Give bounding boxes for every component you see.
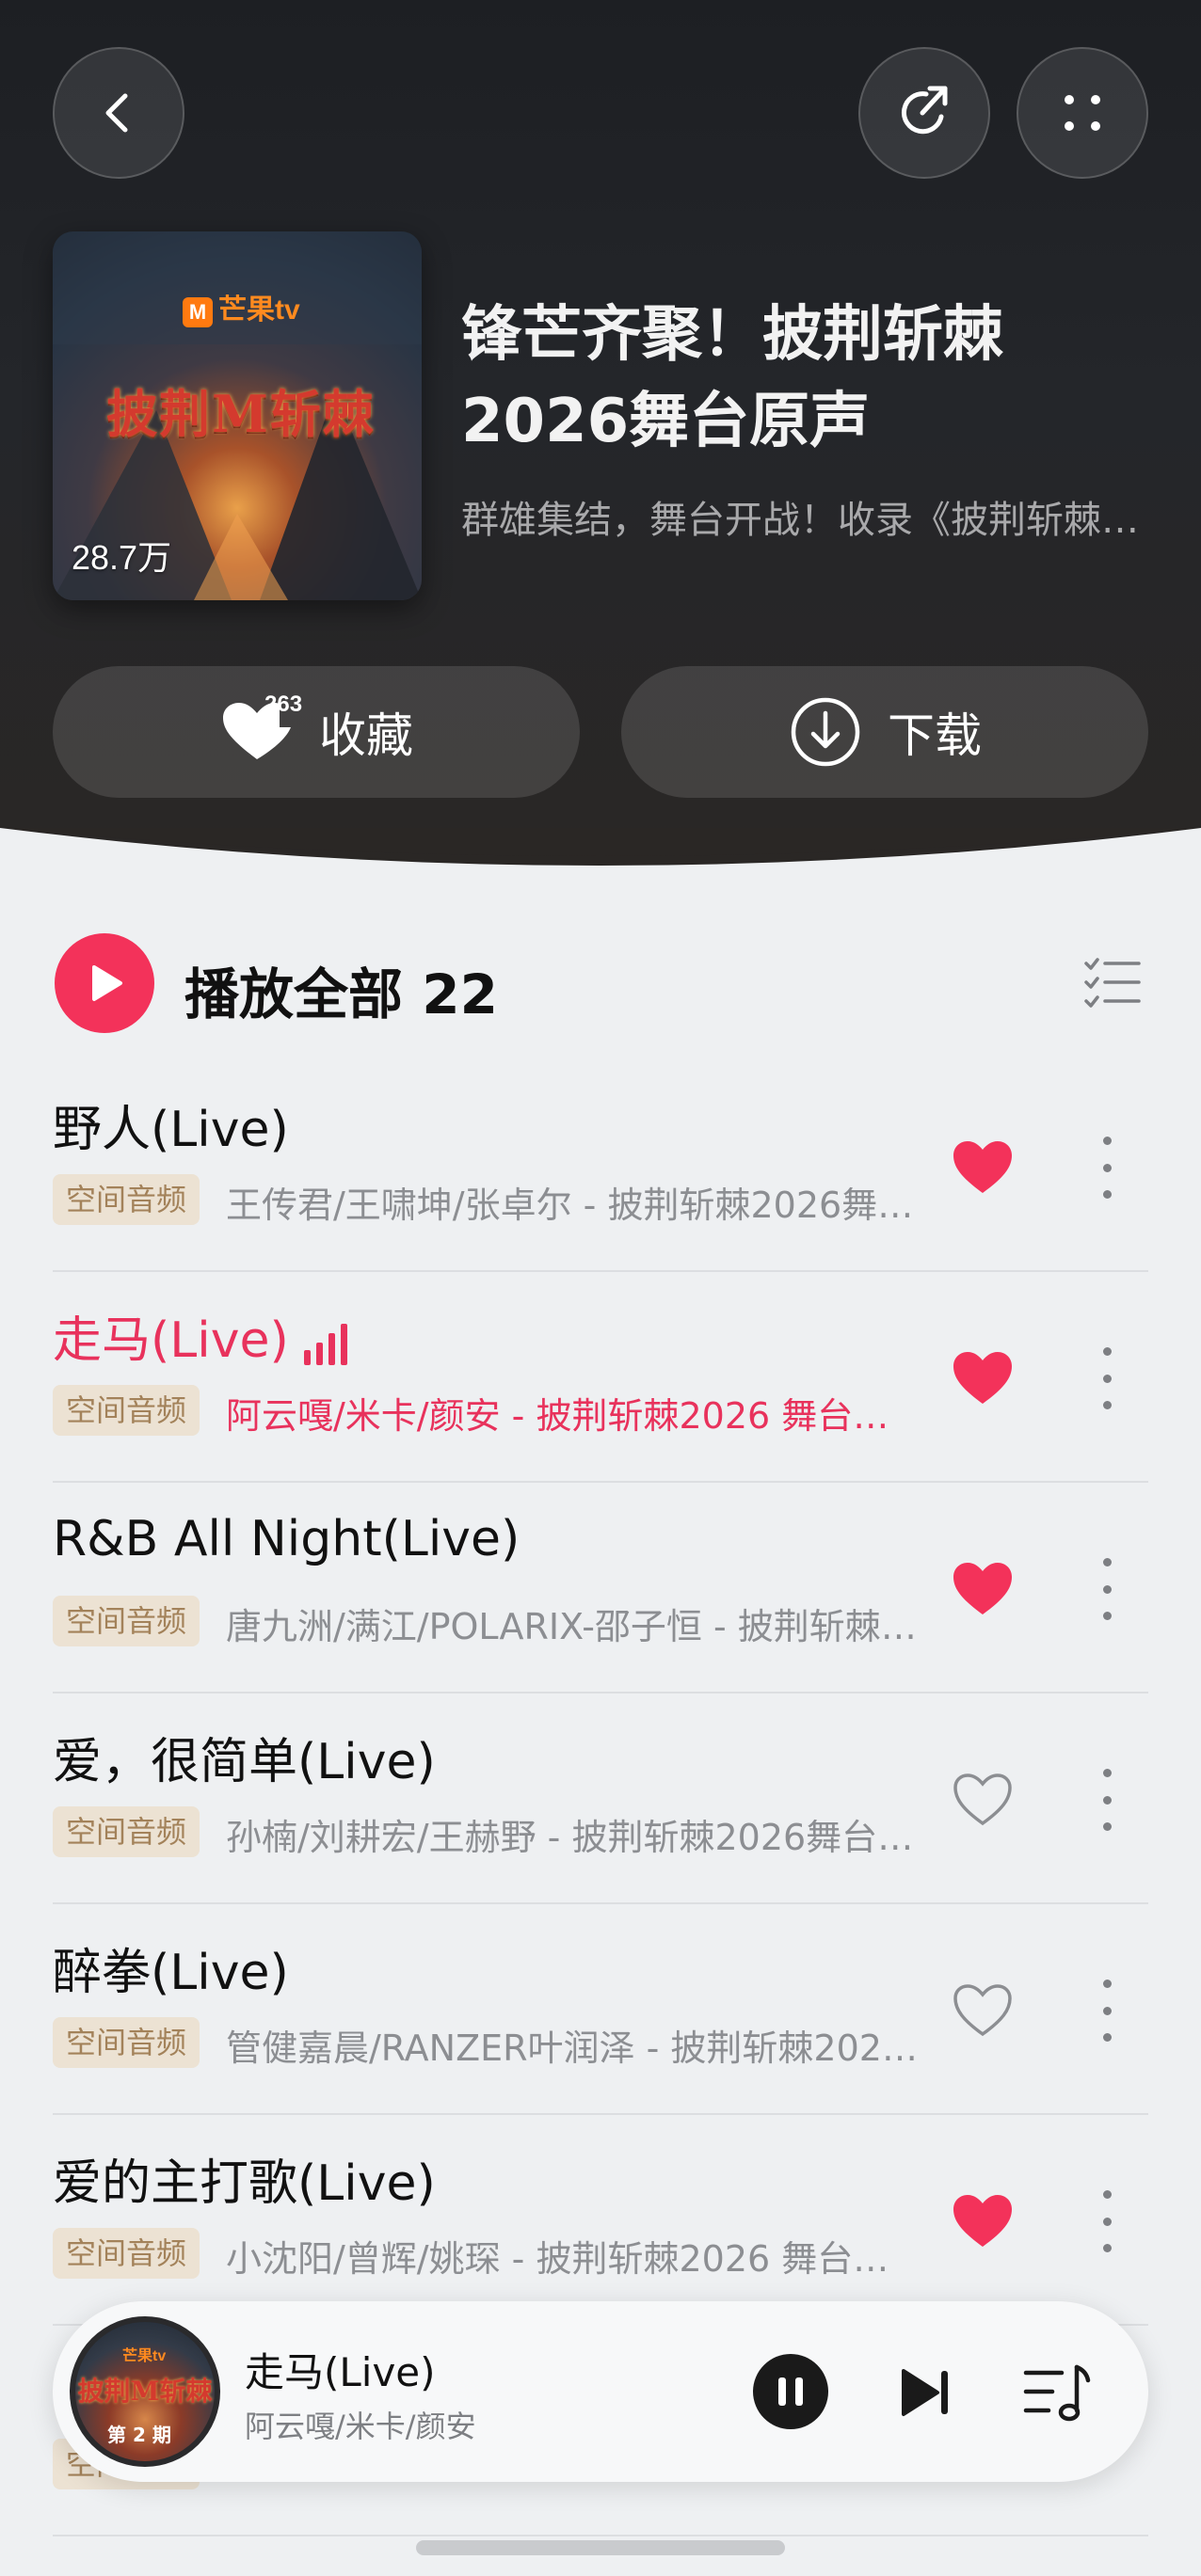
play-all-label[interactable]: 播放全部 22	[184, 950, 498, 1029]
play-all-button[interactable]	[55, 933, 154, 1033]
song-subtitle: 小沈阳/曾辉/姚琛 - 披荆斩棘2026 舞台原声	[226, 2238, 922, 2280]
song-row-playing[interactable]: 走马(Live) 空间音频 阿云嘎/米卡/颜安 - 披荆斩棘2026 舞台原声	[53, 1272, 1148, 1483]
mini-player[interactable]: 芒果tv 披荆M斩棘 第 2 期 走马(Live) 阿云嘎/米卡/颜安	[53, 2301, 1148, 2482]
spatial-audio-badge: 空间音频	[53, 1174, 200, 1225]
disc-brand-logo: 芒果tv	[122, 2348, 167, 2364]
album-header: M 芒果tv 披荆M斩棘 28.7万 锋芒齐聚！披荆斩棘 2026舞台原声 群雄集…	[0, 0, 1201, 884]
multi-select-icon[interactable]	[1082, 952, 1143, 1012]
chevron-left-icon	[105, 93, 128, 133]
song-more-button[interactable]	[1097, 1558, 1116, 1620]
song-more-button[interactable]	[1097, 1347, 1116, 1409]
spatial-audio-badge: 空间音频	[53, 2228, 200, 2279]
heart-filled-icon[interactable]	[951, 1349, 1015, 1407]
album-cover[interactable]: M 芒果tv 披荆M斩棘 28.7万	[53, 231, 422, 600]
cover-brand-logo: M 芒果tv	[183, 286, 300, 327]
back-button[interactable]	[53, 47, 184, 179]
song-more-button[interactable]	[1097, 1137, 1116, 1199]
now-playing-disc[interactable]: 芒果tv 披荆M斩棘 第 2 期	[70, 2316, 220, 2467]
song-more-button[interactable]	[1097, 1980, 1116, 2042]
playlist-queue-icon[interactable]	[1020, 2356, 1096, 2431]
spatial-audio-badge: 空间音频	[53, 1806, 200, 1857]
cover-title-logo: 披荆M斩棘	[106, 384, 376, 444]
album-description[interactable]: 群雄集结，舞台开战！收录《披荆斩棘》2026舞台原声	[461, 489, 1139, 544]
now-playing-artist: 阿云嘎/米卡/颜安	[245, 2409, 476, 2444]
dots-grid-icon	[1065, 95, 1100, 131]
heart-outline-icon[interactable]	[951, 1981, 1015, 2040]
now-playing-equalizer-icon	[303, 1324, 347, 1365]
pause-button[interactable]	[753, 2354, 828, 2429]
pause-icon	[778, 2377, 786, 2406]
song-title: 爱，很简单(Live)	[53, 1734, 436, 1790]
song-row[interactable]: 醉拳(Live) 空间音频 管健嘉晨/RANZER叶润泽 - 披荆斩棘2026舞…	[53, 1904, 1148, 2115]
song-title: 野人(Live)	[53, 1102, 289, 1158]
song-more-button[interactable]	[1097, 2190, 1116, 2252]
song-title: 走马(Live)	[53, 1300, 355, 1371]
song-more-button[interactable]	[1097, 1769, 1116, 1831]
heart-filled-icon[interactable]	[951, 2192, 1015, 2250]
song-subtitle: 阿云嘎/米卡/颜安 - 披荆斩棘2026 舞台原声	[226, 1395, 922, 1437]
spatial-audio-badge: 空间音频	[53, 1385, 200, 1436]
spatial-audio-badge: 空间音频	[53, 1596, 200, 1646]
play-count: 28.7万	[72, 538, 172, 577]
download-label: 下载	[888, 708, 982, 763]
home-indicator[interactable]	[416, 2540, 785, 2555]
song-title: 爱的主打歌(Live)	[53, 2155, 436, 2212]
song-row[interactable]: R&B All Night(Live) 空间音频 唐九洲/满江/POLARIX-…	[53, 1483, 1148, 1693]
song-row[interactable]: 爱的主打歌(Live) 空间音频 小沈阳/曾辉/姚琛 - 披荆斩棘2026 舞台…	[53, 2115, 1148, 2326]
disc-episode-label: 第 2 期	[107, 2424, 171, 2446]
heart-filled-icon[interactable]	[951, 1138, 1015, 1197]
favorite-button[interactable]: 263 收藏	[53, 666, 580, 798]
heart-filled-icon[interactable]	[951, 1560, 1015, 1618]
download-button[interactable]: 下载	[621, 666, 1148, 798]
play-icon	[92, 965, 122, 1001]
song-row[interactable]: 野人(Live) 空间音频 王传君/王啸坤/张卓尔 - 披荆斩棘2026舞台原声	[53, 1061, 1148, 1272]
share-button[interactable]	[858, 47, 990, 179]
song-subtitle: 孙楠/刘耕宏/王赫野 - 披荆斩棘2026舞台原声	[226, 1817, 922, 1858]
header-curve-divider	[0, 828, 1201, 960]
disc-title-logo: 披荆M斩棘	[77, 2376, 213, 2407]
more-options-button[interactable]	[1017, 47, 1148, 179]
track-count: 22	[422, 962, 498, 1026]
now-playing-title: 走马(Live)	[245, 2349, 436, 2395]
song-row[interactable]: 爱，很简单(Live) 空间音频 孙楠/刘耕宏/王赫野 - 披荆斩棘2026舞台…	[53, 1693, 1148, 1904]
song-subtitle: 管健嘉晨/RANZER叶润泽 - 披荆斩棘2026舞台原声	[226, 2027, 922, 2069]
song-subtitle: 唐九洲/满江/POLARIX-邵子恒 - 披荆斩棘2026舞台原声	[226, 1606, 922, 1647]
song-subtitle: 王传君/王啸坤/张卓尔 - 披荆斩棘2026舞台原声	[226, 1185, 922, 1226]
share-icon	[901, 86, 948, 135]
song-title: R&B All Night(Live)	[53, 1511, 520, 1567]
spatial-audio-badge: 空间音频	[53, 2017, 200, 2068]
heart-outline-icon[interactable]	[951, 1771, 1015, 1829]
album-title: 锋芒齐聚！披荆斩棘 2026舞台原声	[461, 300, 1003, 456]
next-track-icon[interactable]	[892, 2360, 958, 2425]
song-title: 醉拳(Live)	[53, 1945, 289, 2001]
favorite-label: 收藏	[319, 708, 413, 763]
favorite-count: 263	[264, 692, 303, 717]
download-icon	[791, 697, 860, 767]
